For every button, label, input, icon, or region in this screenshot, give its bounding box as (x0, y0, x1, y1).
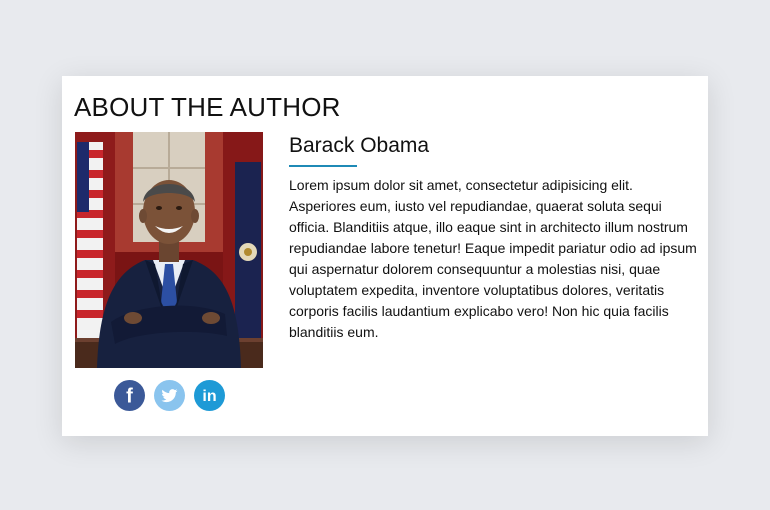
facebook-button[interactable]: f (114, 380, 145, 411)
svg-text:f: f (126, 386, 133, 408)
author-card: ABOUT THE AUTHOR f in Barack Obama Lorem… (62, 76, 708, 436)
section-title: ABOUT THE AUTHOR (74, 92, 341, 122)
author-photo (75, 132, 263, 368)
twitter-icon (161, 389, 178, 403)
social-links: f in (114, 380, 225, 411)
linkedin-icon: in (202, 388, 216, 405)
author-name: Barack Obama (289, 134, 430, 157)
name-underline (289, 165, 357, 167)
linkedin-button[interactable]: in (194, 380, 225, 411)
author-bio: Lorem ipsum dolor sit amet, consectetur … (289, 177, 697, 340)
twitter-button[interactable] (154, 380, 185, 411)
svg-text:in: in (202, 388, 216, 405)
facebook-icon: f (126, 386, 133, 408)
